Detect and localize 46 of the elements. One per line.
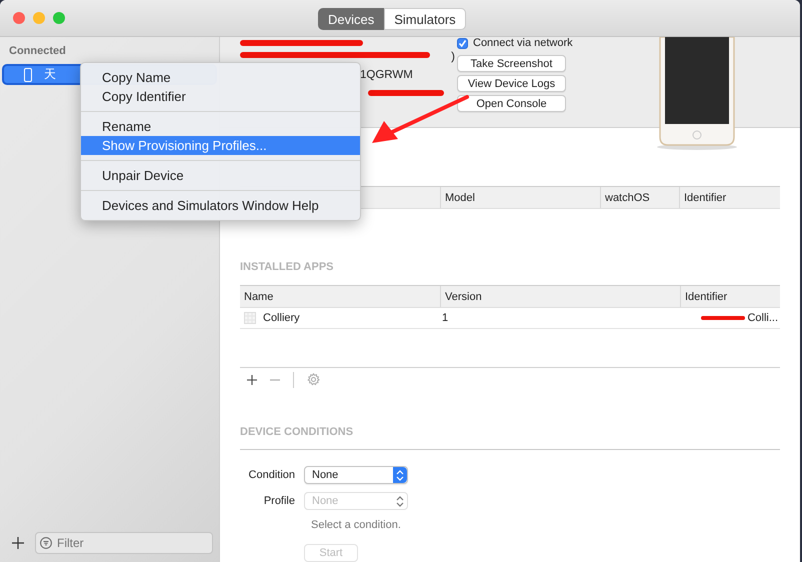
field-label: Condition (248, 469, 296, 481)
column-header: Version (440, 286, 680, 307)
app-icon (244, 312, 256, 324)
field-label: Profile (262, 495, 296, 507)
menu-item[interactable]: Rename (81, 117, 360, 136)
action-button[interactable]: Take Screenshot (457, 55, 566, 72)
column-header: Identifier (679, 187, 780, 208)
column-header: watchOS (600, 187, 679, 208)
window-control[interactable] (53, 12, 65, 24)
section-heading: INSTALLED APPS (240, 261, 335, 274)
filter-icon (40, 537, 52, 549)
phone-icon (24, 68, 32, 82)
column-header: Identifier (680, 286, 780, 307)
condition-dropdown[interactable]: None (304, 466, 408, 484)
app-row[interactable]: Colliery 1 Colli... (240, 308, 780, 329)
detail-text: 1QGRWM (360, 69, 413, 81)
chevron-icon (396, 496, 404, 506)
app-name: Colliery (263, 312, 300, 324)
add-icon[interactable] (12, 537, 24, 549)
section-heading: Connected (8, 44, 67, 59)
detail-text: ) (451, 51, 455, 63)
hint-text: Select a condition. (311, 518, 402, 533)
action-button[interactable]: Open Console (457, 95, 566, 112)
action-button[interactable]: View Device Logs (457, 75, 566, 92)
tab[interactable]: Devices (318, 8, 384, 30)
menu-item[interactable]: Show Provisioning Profiles... (81, 136, 360, 155)
table-cell: Colli... (747, 312, 778, 324)
menu-item[interactable]: Devices and Simulators Window Help (81, 196, 360, 215)
table-cell: 1 (442, 312, 448, 324)
checkbox-label: Connect via network (473, 37, 573, 49)
menu-item[interactable]: Unpair Device (81, 166, 360, 185)
device-name: 天 (44, 66, 56, 83)
chevron-icon (396, 470, 404, 480)
window-control[interactable] (33, 12, 45, 24)
section-heading: DEVICE CONDITIONS (240, 426, 780, 450)
redaction-mark (701, 316, 746, 320)
window-control[interactable] (13, 12, 25, 24)
tab[interactable]: Simulators (384, 8, 466, 30)
column-header: Name (243, 290, 274, 304)
menu-item[interactable]: Copy Name (81, 68, 360, 87)
checkbox[interactable] (457, 38, 468, 48)
filter-field[interactable]: Filter (35, 532, 213, 554)
menu-item[interactable]: Copy Identifier (81, 87, 360, 106)
settings-icon[interactable] (307, 373, 320, 386)
column-header: Model (440, 187, 600, 208)
add-icon[interactable] (247, 374, 257, 384)
